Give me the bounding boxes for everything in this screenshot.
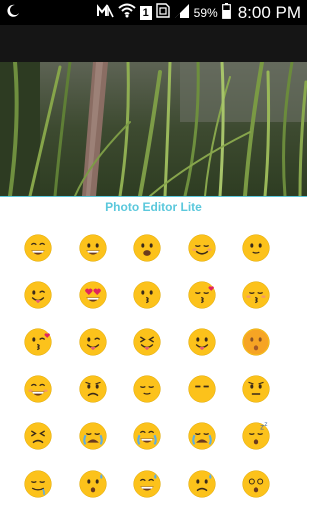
kissing-heart-face-icon[interactable]: [18, 322, 58, 362]
tongue-out-face-icon[interactable]: [182, 322, 222, 362]
squinting-tongue-face-icon[interactable]: [127, 322, 167, 362]
tears-of-joy-face-icon[interactable]: [127, 416, 167, 456]
grimacing-smile-face-icon[interactable]: [18, 369, 58, 409]
sleeping-face-icon[interactable]: zz: [236, 416, 276, 456]
grinning-face-icon[interactable]: [73, 228, 113, 268]
tongue-winking-face-icon[interactable]: [73, 322, 113, 362]
kissing-smiling-eyes-face-icon[interactable]: [236, 275, 276, 315]
winking-tongue-face-icon[interactable]: [18, 275, 58, 315]
thinking-face-icon[interactable]: [236, 369, 276, 409]
clock: 8:00 PM: [237, 2, 301, 22]
mute-icon: [96, 3, 114, 22]
battery-percentage: 59%: [193, 5, 218, 20]
anxious-sweat-face-icon[interactable]: [182, 464, 222, 504]
crying-face-icon[interactable]: [73, 416, 113, 456]
svg-text:z: z: [264, 422, 267, 428]
action-bar: [0, 25, 307, 62]
status-bar: 1 59% 8:00 PM: [0, 0, 307, 25]
dizzy-face-icon[interactable]: [236, 464, 276, 504]
signal-icon: [174, 3, 190, 22]
sim-card-icon: [155, 3, 170, 22]
wifi-icon: [117, 3, 136, 22]
smiling-face-icon[interactable]: [182, 228, 222, 268]
grinning-sweat-face-icon[interactable]: [127, 464, 167, 504]
persevering-face-icon[interactable]: [18, 416, 58, 456]
slightly-smiling-face-icon[interactable]: [236, 228, 276, 268]
kissing-face-icon[interactable]: [127, 275, 167, 315]
smiling-face-open-mouth-icon[interactable]: [127, 228, 167, 268]
worried-face-icon[interactable]: [73, 369, 113, 409]
grinning-squint-face-icon[interactable]: [18, 228, 58, 268]
kissing-face-heart-icon[interactable]: [182, 275, 222, 315]
drooling-face-icon[interactable]: [18, 464, 58, 504]
emoji-grid: zz: [0, 218, 307, 512]
photo-preview[interactable]: [0, 62, 307, 196]
moon-icon: [6, 3, 20, 22]
sim-icon: 1: [139, 5, 152, 20]
relieved-face-icon[interactable]: [127, 369, 167, 409]
flushed-face-icon[interactable]: [236, 322, 276, 362]
heart-eyes-face-icon[interactable]: [73, 275, 113, 315]
unamused-face-icon[interactable]: [182, 369, 222, 409]
loudly-crying-face-icon[interactable]: [182, 416, 222, 456]
battery-icon: [221, 2, 231, 23]
cold-sweat-face-icon[interactable]: [73, 464, 113, 504]
app-title: Photo Editor Lite: [0, 196, 307, 218]
